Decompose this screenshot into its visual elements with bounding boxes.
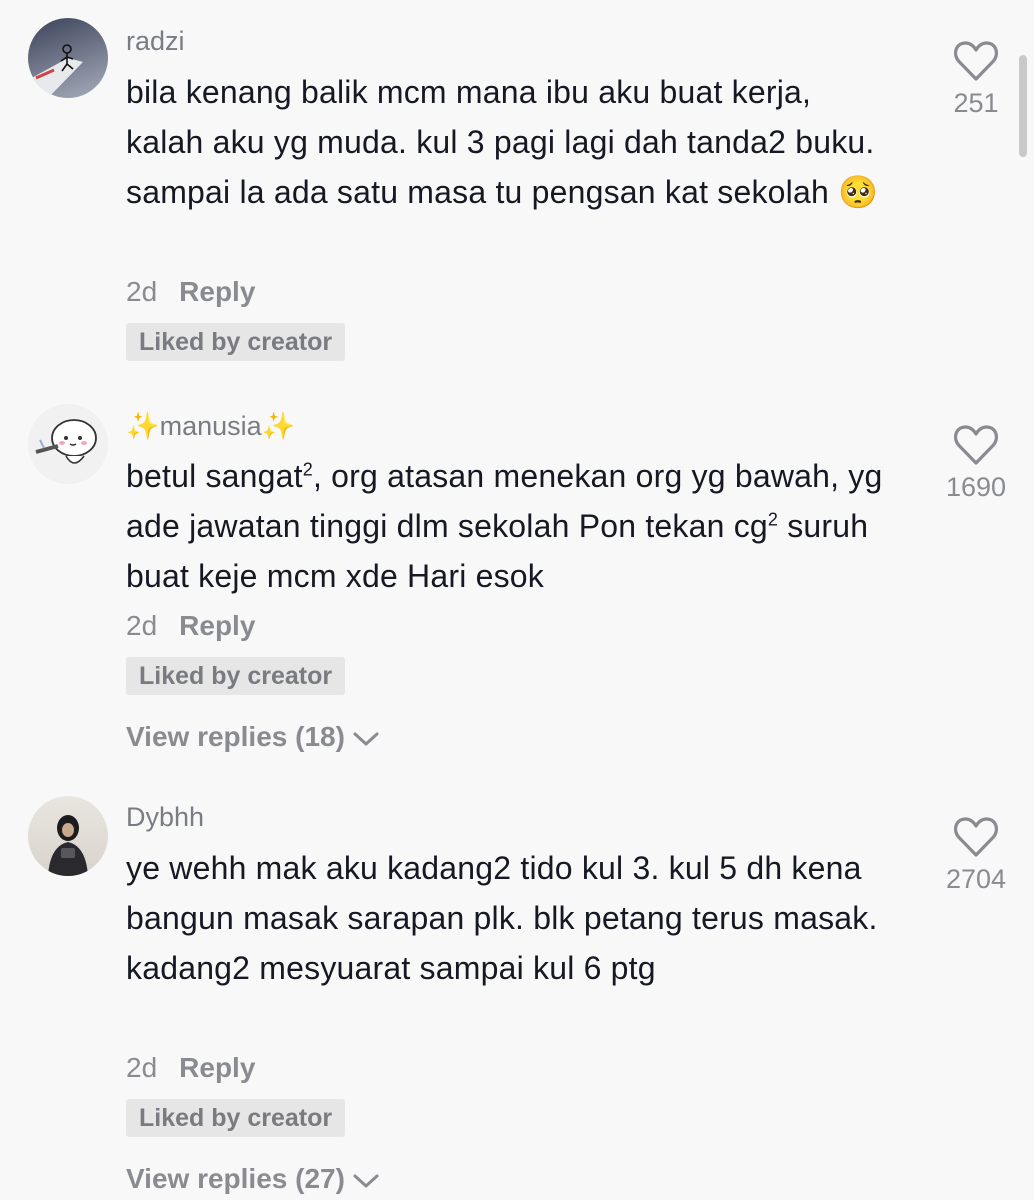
heart-outline-icon [953, 425, 999, 465]
superscript: 2 [302, 459, 313, 480]
avatar[interactable] [28, 796, 108, 876]
avatar-image [48, 815, 88, 876]
avatar[interactable] [28, 18, 108, 98]
comment-meta: 2d Reply [126, 276, 255, 308]
reply-button[interactable]: Reply [179, 610, 255, 641]
like-count: 2704 [945, 864, 1007, 894]
comment-username[interactable]: radzi [126, 26, 185, 57]
comment-text: bila kenang balik mcm mana ibu aku buat … [126, 74, 879, 210]
comment-meta: 2d Reply [126, 610, 255, 642]
like-count: 1690 [945, 472, 1007, 502]
scrollbar[interactable] [1019, 55, 1027, 157]
like-button[interactable]: 251 [930, 40, 1022, 119]
like-count: 251 [953, 88, 999, 118]
view-replies-button[interactable]: View replies (27) [126, 1163, 379, 1195]
view-replies-button[interactable]: View replies (18) [126, 721, 379, 753]
liked-by-creator-badge: Liked by creator [126, 657, 346, 695]
liked-by-creator-badge: Liked by creator [126, 323, 346, 361]
view-replies-label: View replies (27) [126, 1163, 345, 1194]
comment-username[interactable]: Dybhh [126, 802, 204, 833]
liked-by-creator-badge: Liked by creator [126, 1099, 346, 1137]
comment-username[interactable]: ✨manusia✨ [126, 410, 295, 442]
chevron-down-icon [353, 732, 379, 746]
comment-text: ye wehh mak aku kadang2 tido kul 3. kul … [126, 850, 878, 986]
reply-button[interactable]: Reply [179, 1052, 255, 1083]
comment-meta: 2d Reply [126, 1052, 255, 1084]
reply-button[interactable]: Reply [179, 276, 255, 307]
comment-text: betul sangat2, org atasan menekan org yg… [126, 451, 896, 601]
chevron-down-icon [353, 1174, 379, 1188]
like-button[interactable]: 2704 [930, 816, 1022, 895]
comment-time: 2d [126, 610, 158, 641]
like-button[interactable]: 1690 [930, 424, 1022, 503]
avatar-image [35, 419, 97, 464]
comment-time: 2d [126, 276, 158, 307]
superscript: 2 [767, 509, 779, 530]
avatar[interactable] [28, 404, 108, 484]
heart-outline-icon [953, 41, 999, 81]
heart-outline-icon [953, 817, 999, 857]
comment-text-part: betul sangat [126, 458, 303, 494]
view-replies-label: View replies (18) [126, 721, 345, 752]
avatar-image [28, 44, 83, 98]
comment-time: 2d [126, 1052, 158, 1083]
